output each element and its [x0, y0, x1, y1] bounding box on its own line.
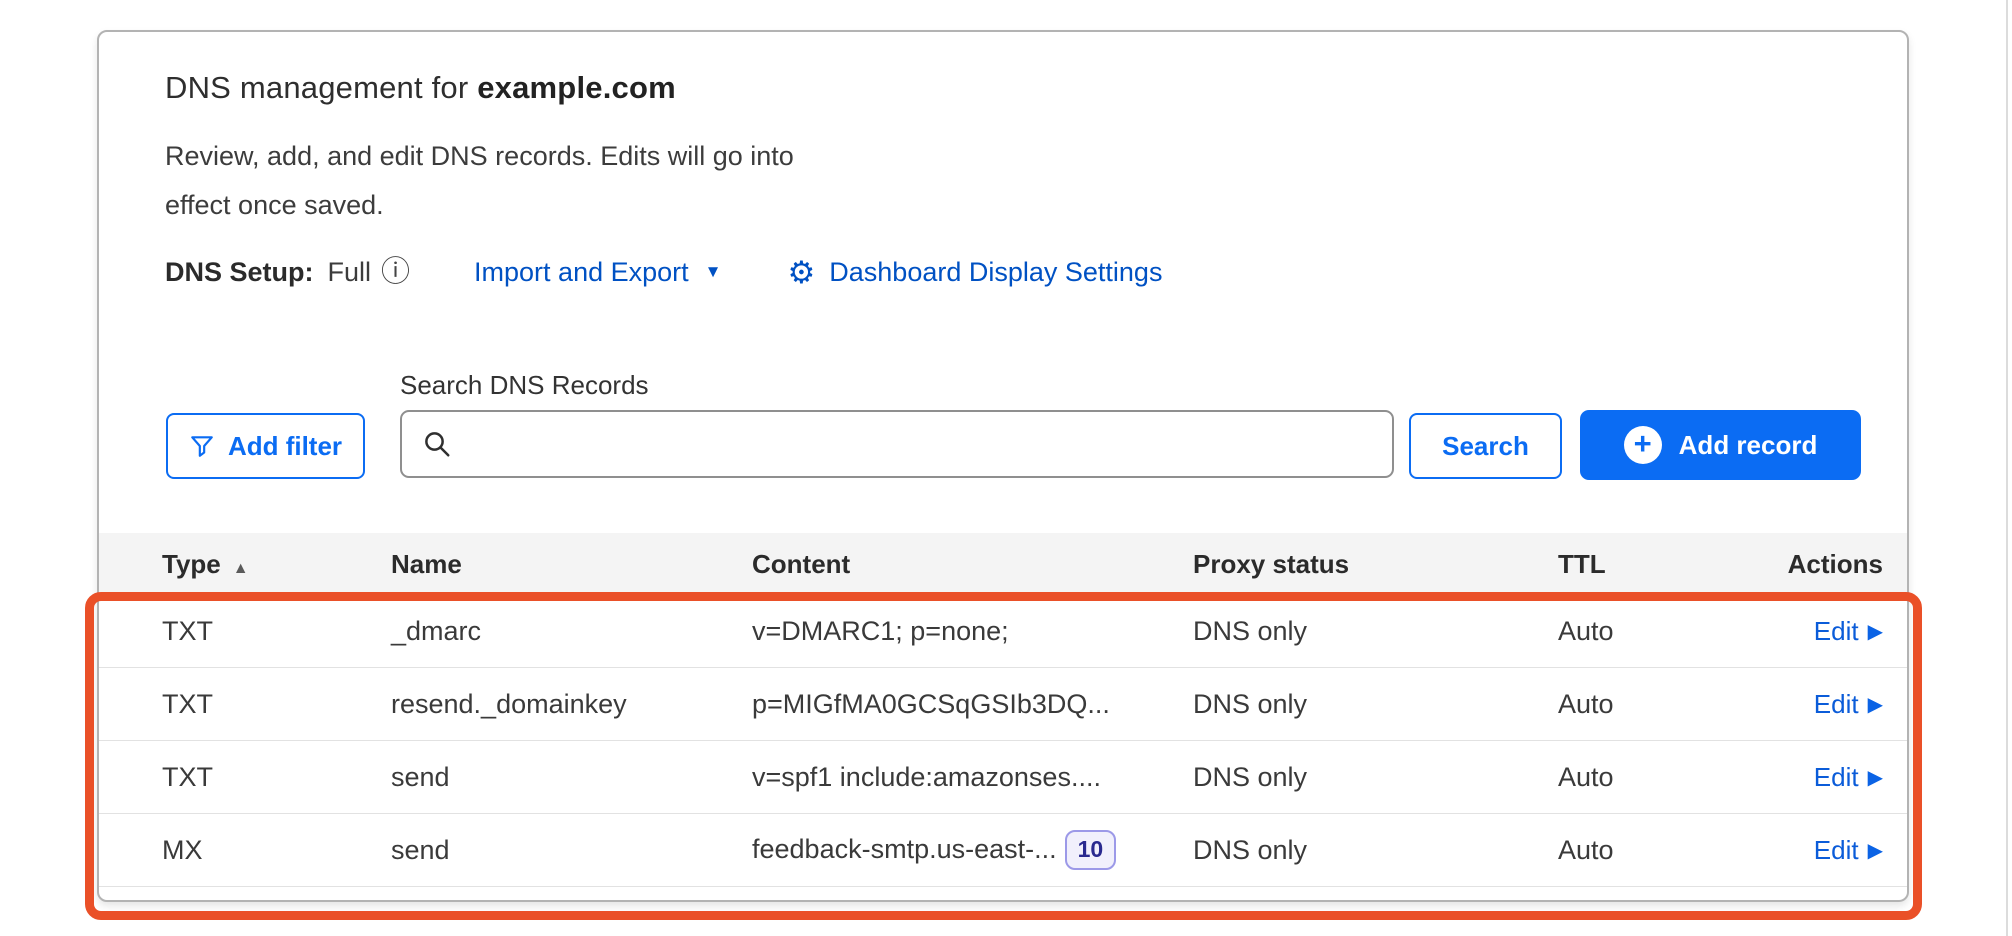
add-record-label: Add record: [1679, 430, 1818, 461]
dns-setup-row: DNS Setup: Full ⓘ Import and Export ▼ ⚙ D…: [165, 253, 1162, 291]
cell-ttl: Auto: [1558, 689, 1762, 720]
cell-actions: Edit▶: [1762, 616, 1883, 647]
search-box: [400, 410, 1394, 478]
add-filter-label: Add filter: [228, 431, 342, 462]
column-header-type[interactable]: Type▲: [162, 549, 391, 580]
cell-content: v=DMARC1; p=none;: [752, 616, 1193, 647]
table-header-row: Type▲ Name Content Proxy status TTL Acti…: [99, 533, 1907, 595]
cell-content: v=spf1 include:amazonses....: [752, 762, 1193, 793]
edit-record-button[interactable]: Edit▶: [1814, 689, 1883, 720]
edit-record-button[interactable]: Edit▶: [1814, 762, 1883, 793]
sort-ascending-icon: ▲: [233, 560, 249, 577]
page-title-prefix: DNS management for: [165, 70, 477, 105]
dns-management-card: DNS management for example.com Review, a…: [97, 30, 1909, 902]
cell-proxy-status: DNS only: [1193, 616, 1558, 647]
search-dns-records-label: Search DNS Records: [400, 370, 649, 401]
cell-actions: Edit▶: [1762, 689, 1883, 720]
cell-proxy-status: DNS only: [1193, 835, 1558, 866]
info-icon[interactable]: ⓘ: [381, 258, 410, 287]
add-filter-button[interactable]: Add filter: [166, 413, 365, 479]
filter-icon: [189, 433, 215, 459]
chevron-right-icon: ▶: [1868, 619, 1883, 644]
chevron-right-icon: ▶: [1868, 765, 1883, 790]
gear-icon[interactable]: ⚙: [787, 257, 815, 288]
dns-setup-label: DNS Setup:: [165, 257, 314, 288]
cell-content: feedback-smtp.us-east-...10: [752, 830, 1193, 870]
dns-setup-value: Full: [328, 257, 372, 288]
cell-ttl: Auto: [1558, 762, 1762, 793]
column-header-proxy-status[interactable]: Proxy status: [1193, 549, 1558, 580]
cell-name: _dmarc: [391, 616, 752, 647]
add-record-button[interactable]: + Add record: [1580, 410, 1861, 480]
cell-proxy-status: DNS only: [1193, 762, 1558, 793]
column-header-actions: Actions: [1762, 549, 1883, 580]
column-header-ttl[interactable]: TTL: [1558, 549, 1762, 580]
cell-name: send: [391, 762, 752, 793]
cell-actions: Edit▶: [1762, 762, 1883, 793]
chevron-right-icon: ▶: [1868, 692, 1883, 717]
cell-type: TXT: [162, 762, 391, 793]
cell-content: p=MIGfMA0GCSqGSIb3DQ...: [752, 689, 1193, 720]
import-export-dropdown[interactable]: Import and Export ▼: [474, 257, 721, 288]
dashboard-settings-label: Dashboard Display Settings: [829, 257, 1162, 288]
search-button[interactable]: Search: [1409, 413, 1562, 479]
cell-name: resend._domainkey: [391, 689, 752, 720]
table-row: TXT resend._domainkey p=MIGfMA0GCSqGSIb3…: [99, 668, 1907, 741]
cell-actions: Edit▶: [1762, 835, 1883, 866]
table-row: MX send feedback-smtp.us-east-...10 DNS …: [99, 814, 1907, 887]
search-icon: [422, 429, 452, 459]
cell-type: TXT: [162, 689, 391, 720]
plus-icon: +: [1624, 426, 1662, 464]
table-body: TXT _dmarc v=DMARC1; p=none; DNS only Au…: [99, 595, 1907, 887]
column-header-content[interactable]: Content: [752, 549, 1193, 580]
cell-name: send: [391, 835, 752, 866]
mx-priority-badge: 10: [1065, 830, 1117, 870]
import-export-label: Import and Export: [474, 257, 689, 288]
scrollbar[interactable]: [2006, 0, 2008, 936]
zone-domain-name: example.com: [477, 70, 676, 105]
cell-proxy-status: DNS only: [1193, 689, 1558, 720]
search-input[interactable]: [466, 412, 1392, 476]
cell-type: TXT: [162, 616, 391, 647]
table-row: TXT send v=spf1 include:amazonses.... DN…: [99, 741, 1907, 814]
chevron-right-icon: ▶: [1868, 838, 1883, 863]
cell-ttl: Auto: [1558, 835, 1762, 866]
column-header-name[interactable]: Name: [391, 549, 752, 580]
page-title: DNS management for example.com: [165, 70, 676, 106]
chevron-down-icon: ▼: [705, 262, 722, 282]
cell-ttl: Auto: [1558, 616, 1762, 647]
edit-record-button[interactable]: Edit▶: [1814, 616, 1883, 647]
search-button-label: Search: [1442, 431, 1529, 462]
edit-record-button[interactable]: Edit▶: [1814, 835, 1883, 866]
cell-type: MX: [162, 835, 391, 866]
table-row: TXT _dmarc v=DMARC1; p=none; DNS only Au…: [99, 595, 1907, 668]
dashboard-display-settings-link[interactable]: Dashboard Display Settings: [829, 257, 1162, 288]
page-description: Review, add, and edit DNS records. Edits…: [165, 132, 865, 230]
